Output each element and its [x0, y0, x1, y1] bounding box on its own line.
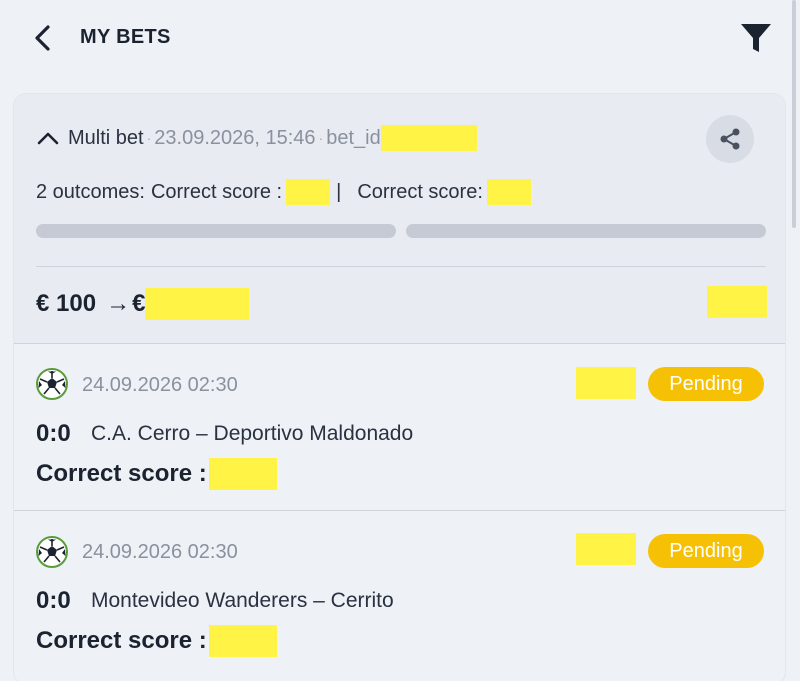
soccer-ball-icon: [36, 368, 68, 400]
redacted-status: [707, 286, 767, 318]
redacted-payout: [145, 288, 250, 320]
redacted-selection: [208, 625, 277, 657]
outcome-1-label: Correct score :: [150, 180, 283, 203]
bet-id-label: bet_id: [326, 126, 381, 149]
separator-dot: ·: [318, 130, 324, 146]
chevron-left-icon: [35, 25, 50, 51]
outcomes-count: 2 outcomes:: [36, 180, 145, 203]
event-row[interactable]: 24.09.2026 02:30 Pending 0:0 C.A. Cerro …: [14, 344, 785, 510]
share-button[interactable]: [706, 115, 754, 163]
event-teams: C.A. Cerro – Deportivo Maldonado: [91, 422, 414, 445]
redacted-outcome-2: [486, 179, 531, 205]
bet-datetime: 23.09.2026, 15:46: [154, 126, 316, 149]
event-date: 24.09.2026 02:30: [82, 541, 238, 563]
event-date: 24.09.2026 02:30: [82, 374, 238, 396]
soccer-ball-icon: [36, 536, 68, 568]
outcomes-row: 2 outcomes: Correct score : | Correct sc…: [36, 179, 531, 205]
summary-divider: [36, 266, 766, 267]
app-header: MY BETS: [0, 0, 800, 74]
bet-card: Multi bet · 23.09.2026, 15:46 · bet_id 2…: [14, 94, 785, 681]
outcome-progress-bar-1: [36, 224, 396, 238]
event-score: 0:0: [36, 420, 71, 447]
scrollbar[interactable]: [792, 0, 796, 228]
separator-dot: ·: [146, 130, 152, 146]
bet-summary-row: Multi bet · 23.09.2026, 15:46 · bet_id: [36, 125, 477, 151]
event-teams: Montevideo Wanderers – Cerrito: [91, 589, 394, 612]
outcome-2-label: Correct score:: [357, 180, 483, 203]
event-score: 0:0: [36, 587, 71, 614]
market-label: Correct score :: [36, 460, 207, 487]
status-badge: Pending: [648, 534, 764, 568]
outcome-progress-bar-2: [406, 224, 766, 238]
event-market: Correct score :: [36, 458, 277, 490]
redacted-odds: [576, 367, 636, 399]
redacted-bet-id: [380, 125, 477, 151]
event-row[interactable]: 24.09.2026 02:30 Pending 0:0 Montevideo …: [14, 511, 785, 681]
stake-payout-row: € 100 → €: [36, 288, 250, 320]
bet-card-summary: Multi bet · 23.09.2026, 15:46 · bet_id 2…: [14, 94, 785, 344]
page-title: MY BETS: [80, 26, 171, 48]
back-button[interactable]: [28, 22, 56, 54]
stake-amount: € 100: [36, 290, 97, 317]
bet-type: Multi bet: [68, 126, 144, 149]
redacted-selection: [208, 458, 277, 490]
redacted-odds: [576, 533, 636, 565]
market-label: Correct score :: [36, 627, 207, 654]
arrow-icon: →: [106, 290, 131, 317]
event-market: Correct score :: [36, 625, 277, 657]
chevron-up-icon[interactable]: [36, 129, 60, 147]
status-badge: Pending: [648, 367, 764, 401]
filter-button[interactable]: [738, 20, 774, 56]
filter-icon: [741, 24, 771, 52]
outcome-separator: |: [336, 180, 342, 203]
share-icon: [720, 128, 740, 150]
redacted-outcome-1: [286, 179, 331, 205]
payout-currency: €: [132, 290, 146, 317]
